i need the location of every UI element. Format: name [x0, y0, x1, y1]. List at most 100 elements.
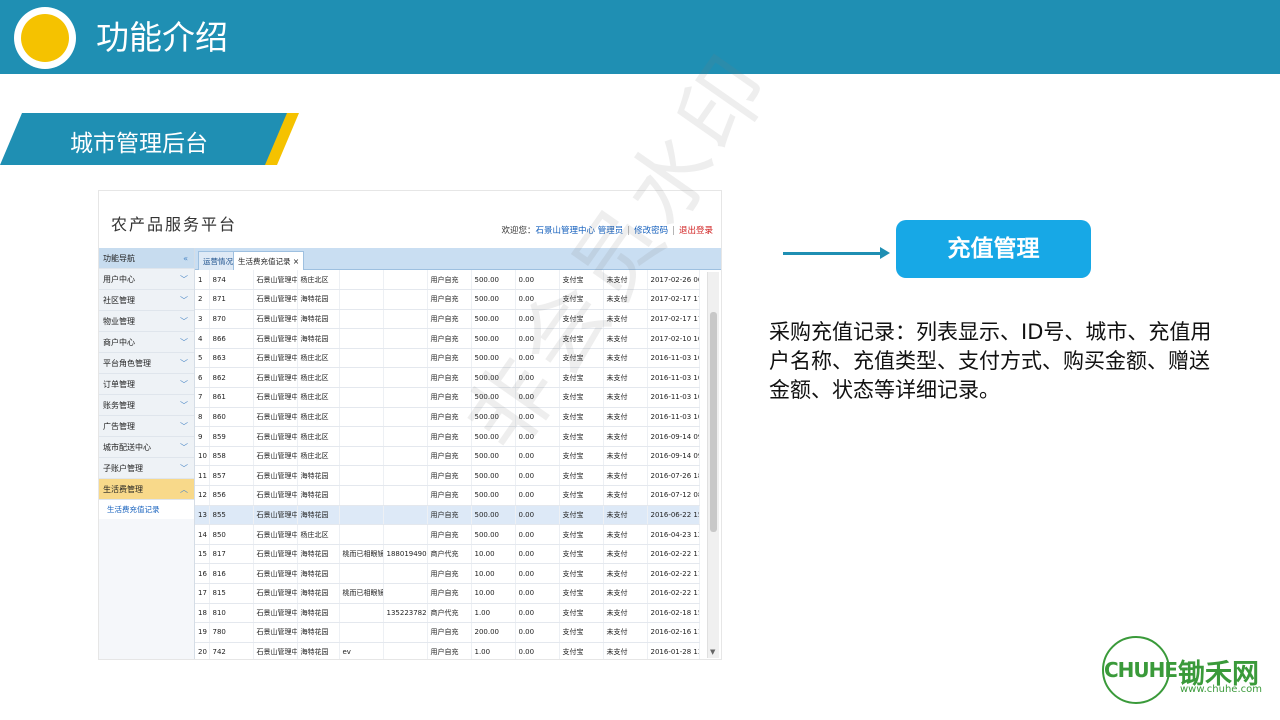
cell-id: 856	[209, 485, 254, 506]
recharge-management-button[interactable]: 充值管理	[896, 220, 1091, 278]
cell-status: 未支付	[603, 387, 648, 408]
cell-time: 2016-02-22 11:0	[647, 563, 700, 584]
sidebar-item[interactable]: 城市配送中心 ﹀	[99, 437, 194, 458]
table-row[interactable]: 6862石景山管理中心杨庄北区 用户自充500.000.00支付宝未支付2016-…	[195, 367, 700, 389]
cell-gift: 0.00	[515, 563, 560, 584]
cell-status: 未支付	[603, 348, 648, 369]
chevron-down-icon: ﹀	[180, 380, 188, 389]
scroll-down-icon[interactable]: ▼	[710, 648, 715, 656]
cell-id: 742	[209, 642, 254, 659]
cell-area: 杨庄北区	[297, 387, 340, 408]
cell-pay: 支付宝	[559, 446, 604, 467]
cell-id: 871	[209, 289, 254, 310]
sidebar-item[interactable]: 广告管理 ﹀	[99, 416, 194, 437]
cell-type: 用户自充	[427, 289, 472, 310]
cell-n: 11	[195, 465, 210, 487]
table-row[interactable]: 10858石景山管理中心杨庄北区 用户自充500.000.00支付宝未支付2016…	[195, 446, 700, 467]
cell-type: 用户自充	[427, 367, 472, 389]
table-row[interactable]: 4866石景山管理中心海特花园 用户自充500.000.00支付宝未支付2017-…	[195, 328, 700, 349]
sidebar-item[interactable]: 社区管理 ﹀	[99, 290, 194, 311]
collapse-icon[interactable]: «	[183, 248, 188, 269]
sidebar-item[interactable]: 平台角色管理 ﹀	[99, 353, 194, 374]
cell-phone	[383, 524, 428, 545]
cell-id: 863	[209, 348, 254, 369]
cell-name	[339, 426, 384, 447]
tab-recharge-records-label: 生活费充值记录	[238, 257, 291, 266]
cell-area: 杨庄北区	[297, 407, 340, 428]
cell-status: 未支付	[603, 583, 648, 604]
sidebar-item[interactable]: 生活费管理 ︿	[99, 479, 194, 500]
sidebar-item[interactable]: 用户中心 ﹀	[99, 269, 194, 290]
table-row[interactable]: 20742石景山管理中心海特花园ev 用户自充1.000.00支付宝未支付2016…	[195, 642, 700, 659]
table-row[interactable]: 5863石景山管理中心杨庄北区 用户自充500.000.00支付宝未支付2016-…	[195, 348, 700, 369]
sidebar-item[interactable]: 商户中心 ﹀	[99, 332, 194, 353]
table-row[interactable]: 12856石景山管理中心海特花园 用户自充500.000.00支付宝未支付2016…	[195, 485, 700, 506]
cell-gift: 0.00	[515, 270, 560, 291]
cell-name: 桃而已相眼镜	[339, 544, 384, 565]
cell-pay: 支付宝	[559, 367, 604, 389]
cell-area: 杨庄北区	[297, 348, 340, 369]
cell-city: 石景山管理中心	[253, 270, 298, 291]
sidebar-item[interactable]: 订单管理 ﹀	[99, 374, 194, 395]
cell-pay: 支付宝	[559, 426, 604, 447]
table-row[interactable]: 2871石景山管理中心海特花园 用户自充500.000.00支付宝未支付2017-…	[195, 289, 700, 310]
cell-time: 2016-01-28 13:5	[647, 642, 700, 659]
table-row[interactable]: 8860石景山管理中心杨庄北区 用户自充500.000.00支付宝未支付2016-…	[195, 407, 700, 428]
table-row[interactable]: 3870石景山管理中心海特花园 用户自充500.000.00支付宝未支付2017-…	[195, 309, 700, 330]
cell-name	[339, 446, 384, 467]
user-link[interactable]: 石景山管理中心 管理员	[536, 226, 624, 236]
vertical-scrollbar[interactable]: ▼	[707, 272, 719, 658]
cell-area: 海特花园	[297, 289, 340, 310]
cell-gift: 0.00	[515, 622, 560, 643]
cell-status: 未支付	[603, 289, 648, 310]
change-password-link[interactable]: 修改密码	[634, 226, 668, 236]
cell-amount: 500.00	[471, 426, 516, 447]
table-row[interactable]: 7861石景山管理中心杨庄北区 用户自充500.000.00支付宝未支付2016-…	[195, 387, 700, 408]
sidebar-item[interactable]: 子账户管理 ﹀	[99, 458, 194, 479]
cell-time: 2017-02-17 17:1	[647, 289, 700, 310]
cell-type: 用户自充	[427, 348, 472, 369]
tab-bar: 运营情况 生活费充值记录 ×	[195, 248, 721, 270]
table-row[interactable]: 14850石景山管理中心杨庄北区 用户自充500.000.00支付宝未支付2016…	[195, 524, 700, 545]
sidebar: 功能导航 « 用户中心 ﹀ 社区管理 ﹀ 物业管理 ﹀ 商户中心 ﹀ 平台角色管理 ﹀ 订单管理 ﹀ 账务…	[99, 248, 195, 659]
table-row[interactable]: 15817石景山管理中心海特花园桃而已相眼镜18801949003商户代充10.…	[195, 544, 700, 565]
table-row[interactable]: 17815石景山管理中心海特花园桃而已相眼镜 用户自充10.000.00支付宝未支…	[195, 583, 700, 604]
close-icon[interactable]: ×	[293, 257, 299, 266]
cell-city: 石景山管理中心	[253, 426, 298, 447]
table-row[interactable]: 16816石景山管理中心海特花园 用户自充10.000.00支付宝未支付2016-…	[195, 563, 700, 584]
cell-type: 用户自充	[427, 465, 472, 487]
cell-type: 用户自充	[427, 563, 472, 584]
scrollbar-thumb[interactable]	[710, 312, 717, 532]
sidebar-header[interactable]: 功能导航 «	[99, 248, 194, 269]
sidebar-sub-item[interactable]: 生活费充值记录	[99, 500, 194, 519]
cell-area: 杨庄北区	[297, 426, 340, 447]
cell-type: 用户自充	[427, 446, 472, 467]
cell-city: 石景山管理中心	[253, 563, 298, 584]
sidebar-item[interactable]: 账务管理 ﹀	[99, 395, 194, 416]
table-row[interactable]: 11857石景山管理中心海特花园 用户自充500.000.00支付宝未支付2016…	[195, 465, 700, 487]
table-row[interactable]: 18810石景山管理中心海特花园 13522378209商户代充1.000.00支…	[195, 603, 700, 624]
table-row[interactable]: 19780石景山管理中心海特花园 用户自充200.000.00支付宝未支付2016…	[195, 622, 700, 643]
cell-id: 857	[209, 465, 254, 487]
cell-n: 19	[195, 622, 210, 643]
sidebar-item[interactable]: 物业管理 ﹀	[99, 311, 194, 332]
cell-phone	[383, 426, 428, 447]
cell-status: 未支付	[603, 309, 648, 330]
header-bar: 功能介绍	[0, 0, 1280, 74]
slide: 功能介绍 城市管理后台 农产品服务平台 欢迎您：石景山管理中心 管理员 | 修改密码…	[0, 0, 1280, 720]
cell-name	[339, 387, 384, 408]
table-row[interactable]: 1874石景山管理中心杨庄北区 用户自充500.000.00支付宝未支付2017-…	[195, 270, 700, 291]
sidebar-item-label: 用户中心	[103, 275, 135, 284]
table-row[interactable]: 9859石景山管理中心杨庄北区 用户自充500.000.00支付宝未支付2016-…	[195, 426, 700, 447]
logout-link[interactable]: 退出登录	[679, 226, 713, 236]
cell-name: ev	[339, 642, 384, 659]
cell-city: 石景山管理中心	[253, 544, 298, 565]
table-row[interactable]: 13855石景山管理中心海特花园 用户自充500.000.00支付宝未支付2016…	[195, 505, 700, 526]
tab-operations[interactable]: 运营情况	[198, 251, 238, 270]
cell-pay: 支付宝	[559, 583, 604, 604]
cell-city: 石景山管理中心	[253, 622, 298, 643]
cell-status: 未支付	[603, 485, 648, 506]
cell-time: 2016-11-03 10:1	[647, 387, 700, 408]
tab-recharge-records[interactable]: 生活费充值记录 ×	[233, 251, 305, 270]
cell-pay: 支付宝	[559, 524, 604, 545]
